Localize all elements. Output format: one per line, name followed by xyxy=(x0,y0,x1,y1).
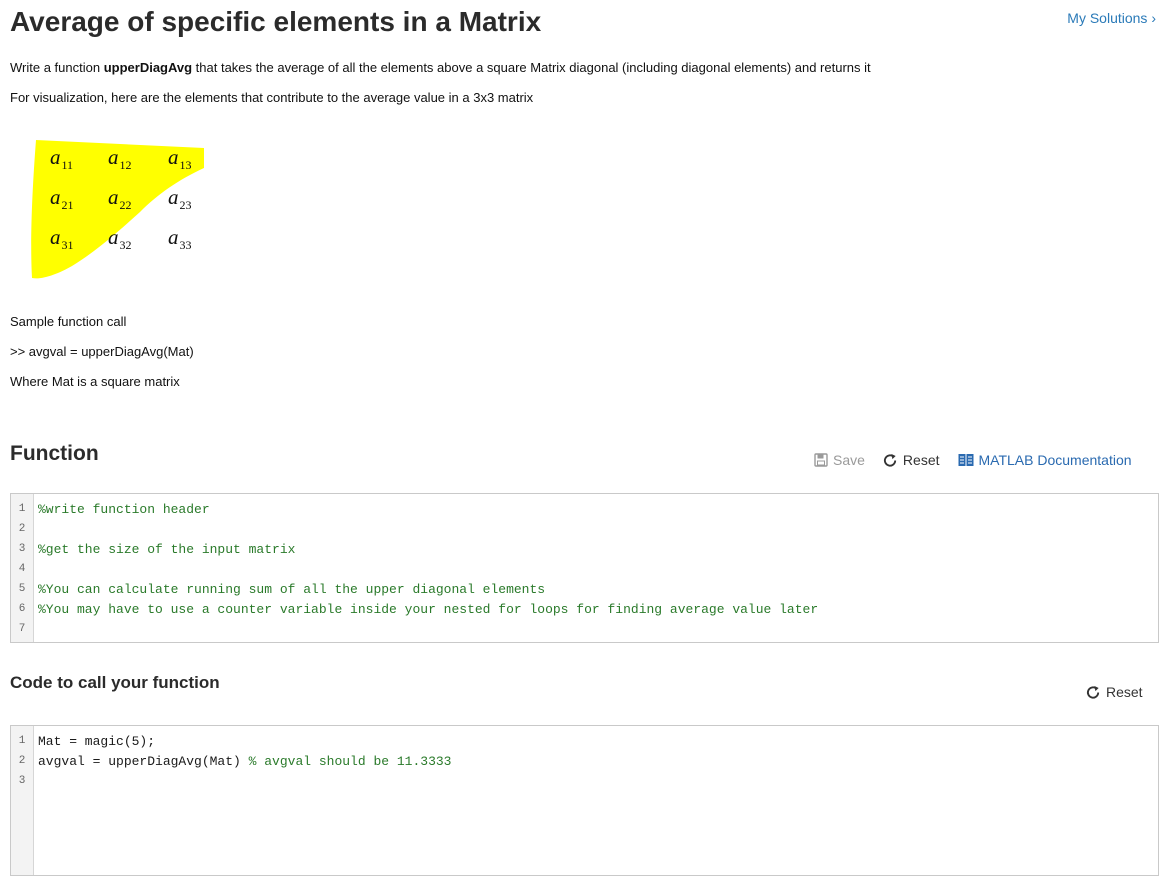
line-number: 7 xyxy=(18,623,26,635)
description-suffix: that takes the average of all the elemen… xyxy=(192,60,871,75)
function-section-title: Function xyxy=(10,442,99,465)
description-prefix: Write a function xyxy=(10,60,104,75)
chevron-right-icon: › xyxy=(1151,10,1156,26)
code-text: %write function header xyxy=(38,501,210,517)
matrix-figure: a11 a12 a13a21 a22 a23a31 a32 a33 xyxy=(31,140,204,279)
line-number: 5 xyxy=(18,583,26,595)
line-number: 2 xyxy=(18,755,26,767)
line-number: 1 xyxy=(18,735,26,747)
code-text: %You may have to use a counter variable … xyxy=(38,601,819,617)
book-icon xyxy=(958,454,973,466)
reset-icon xyxy=(883,453,897,467)
my-solutions-link[interactable]: My Solutions › xyxy=(1067,10,1156,26)
save-button[interactable]: Save xyxy=(814,452,865,468)
save-label: Save xyxy=(833,452,865,468)
line-number: 2 xyxy=(18,523,26,535)
visualization-text: For visualization, here are the elements… xyxy=(10,90,534,105)
line-number: 6 xyxy=(18,603,26,615)
function-code-editor[interactable]: 1 %write function header 2 3 %get the size o… xyxy=(10,493,1159,643)
code-text: %You can calculate running sum of all th… xyxy=(38,581,546,597)
matrix-element: a23 xyxy=(168,185,192,212)
code-line[interactable]: 3 %get the size of the input matrix xyxy=(11,539,296,559)
reset-icon xyxy=(1086,685,1100,699)
call-code-editor[interactable]: 1 Mat = magic(5); 2 avgval = upperDiagAvg(M… xyxy=(10,725,1159,876)
reset-button[interactable]: Reset xyxy=(883,452,940,468)
where-text: Where Mat is a square matrix xyxy=(10,374,180,389)
line-number: 1 xyxy=(18,503,26,515)
line-number: 4 xyxy=(18,563,26,575)
call-section-title: Code to call your function xyxy=(10,673,220,692)
save-icon xyxy=(814,453,828,467)
reset-label: Reset xyxy=(902,452,940,468)
code-line[interactable]: 2 xyxy=(11,519,38,539)
inline-comment: % avgval should be 11.3333 xyxy=(248,753,452,769)
matrix-element: a33 xyxy=(168,225,192,252)
page-title: Average of specific elements in a Matrix xyxy=(10,6,542,37)
code-text: Mat = magic(5); xyxy=(38,733,156,749)
line-number: 3 xyxy=(18,543,26,555)
function-name: upperDiagAvg xyxy=(103,60,193,75)
sample-call: >> avgval = upperDiagAvg(Mat) xyxy=(10,344,194,359)
my-solutions-label: My Solutions xyxy=(1067,10,1148,26)
code-line[interactable]: 2 avgval = upperDiagAvg(Mat) % avgval sho… xyxy=(11,751,452,771)
call-reset-button[interactable]: Reset xyxy=(1086,684,1143,700)
call-toolbar: Reset xyxy=(1086,684,1143,700)
code-line[interactable]: 5 %You can calculate running sum of all t… xyxy=(11,579,545,599)
code-line[interactable]: 1 Mat = magic(5); xyxy=(11,731,155,751)
code-line[interactable]: 3 xyxy=(11,771,38,791)
code-line[interactable]: 6 %You may have to use a counter variable… xyxy=(11,599,818,619)
code-text: avgval = upperDiagAvg(Mat) % avgval shou… xyxy=(38,753,452,769)
matlab-documentation-button[interactable]: MATLAB Documentation xyxy=(958,452,1132,468)
sample-call-label: Sample function call xyxy=(10,314,127,329)
problem-description: Write a function upperDiagAvg that takes… xyxy=(10,60,871,75)
code-line[interactable]: 1 %write function header xyxy=(11,499,210,519)
code-text: %get the size of the input matrix xyxy=(38,541,296,557)
code-line[interactable]: 4 xyxy=(11,559,38,579)
documentation-label: MATLAB Documentation xyxy=(978,452,1132,468)
call-reset-label: Reset xyxy=(1106,684,1143,700)
code-line[interactable]: 7 xyxy=(11,619,38,639)
function-toolbar: Save Reset MATLAB Documentation xyxy=(814,452,1132,468)
line-number: 3 xyxy=(18,775,26,787)
